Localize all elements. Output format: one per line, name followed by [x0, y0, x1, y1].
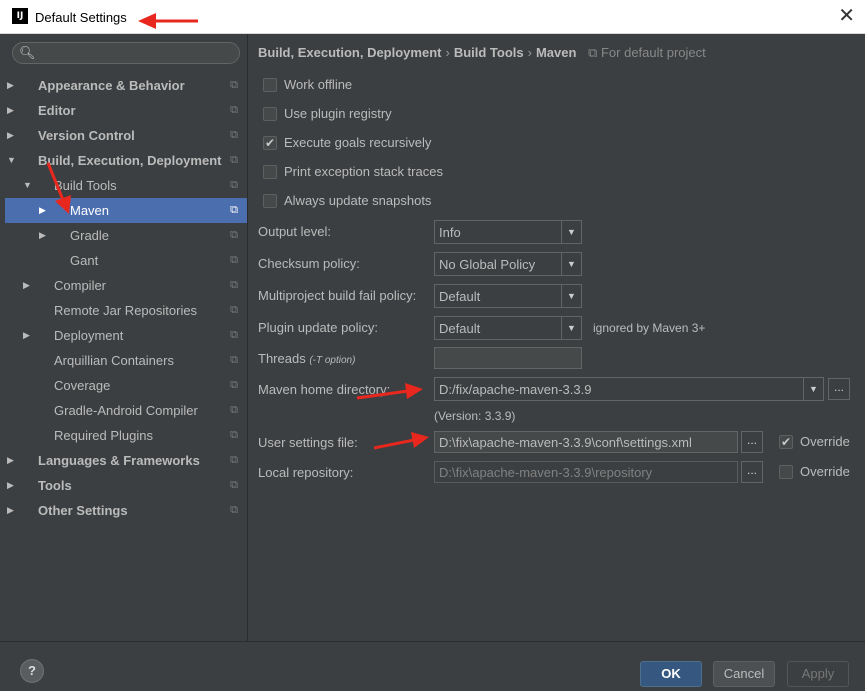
annotation-arrows — [46, 13, 429, 450]
settings-dialog: IJ Default Settings ✕ 🔍︎ ▶ Appearance & B… — [0, 0, 865, 691]
ok-button[interactable]: OK — [640, 661, 702, 687]
annotation-arrow-title — [138, 13, 198, 29]
apply-button[interactable]: Apply — [787, 661, 849, 687]
help-button[interactable]: ? — [20, 659, 44, 683]
dialog-footer: ? OK Cancel Apply — [0, 641, 865, 691]
annotation-arrow-maven — [46, 162, 71, 214]
annotation-arrow-home — [356, 383, 423, 400]
cancel-button[interactable]: Cancel — [713, 661, 775, 687]
annotation-arrow-settings — [373, 432, 429, 450]
